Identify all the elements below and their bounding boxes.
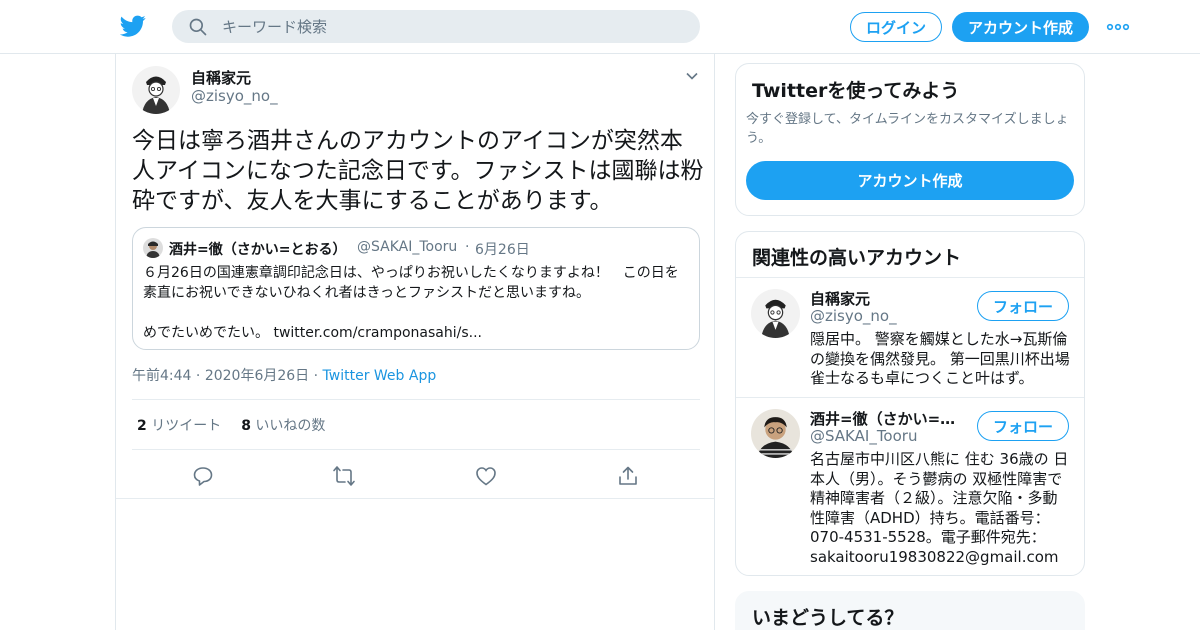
author-name[interactable]: 自稱家元: [191, 67, 251, 88]
signup-button[interactable]: アカウント作成: [952, 12, 1089, 42]
tweet-detail-column: 自稱家元 @zisyo_no_ 今日は寧ろ酒井さんのアカウントのアイコンが突然本…: [115, 54, 715, 630]
chevron-down-icon[interactable]: [684, 68, 700, 84]
retweet-label: リツイート: [151, 418, 222, 434]
divider: [116, 498, 714, 499]
account-bio: 名古屋市中川区八熊に 住む 36歳の 日本人（男）。そう鬱病の 双極性障害で 精…: [810, 450, 1069, 566]
tweet-date[interactable]: 2020年6月26日: [205, 368, 309, 384]
quoted-author-avatar: [143, 238, 163, 258]
top-navigation-bar: ログイン アカウント作成: [0, 0, 1200, 54]
retweet-count: 2: [137, 418, 147, 434]
tweet-source[interactable]: Twitter Web App: [323, 368, 437, 384]
reply-icon[interactable]: [191, 464, 215, 488]
quoted-date: 6月26日: [475, 242, 530, 258]
account-name[interactable]: 酒井=徹（さかい=とおる）: [810, 408, 970, 429]
follow-button[interactable]: フォロー: [977, 291, 1069, 321]
more-dots-icon[interactable]: [1106, 18, 1130, 36]
account-name[interactable]: 自稱家元: [810, 288, 970, 309]
quoted-tweet[interactable]: 酒井=徹（さかい=とおる） @SAKAI_Tooru · 6月26日 ６月26日…: [132, 227, 700, 350]
login-button[interactable]: ログイン: [850, 12, 942, 42]
search-input[interactable]: [222, 10, 682, 43]
avatar[interactable]: [751, 409, 800, 458]
signup-card-title: Twitterを使ってみよう: [752, 80, 960, 102]
heart-icon[interactable]: [474, 464, 498, 488]
tweet-text: 今日は寧ろ酒井さんのアカウントのアイコンが突然本人アイコンになつた記念日です。フ…: [132, 128, 704, 214]
retweet-stat[interactable]: 2 リツイート: [137, 418, 221, 434]
tweet-time[interactable]: 午前4:44: [132, 368, 191, 384]
related-account-item[interactable]: 酒井=徹（さかい=とおる） @SAKAI_Tooru フォロー 名古屋市中川区八…: [736, 397, 1084, 577]
quoted-author-handle: @SAKAI_Tooru: [357, 239, 458, 255]
search-bar: [172, 10, 700, 43]
quoted-text: ６月26日の国連憲章調印記念日は、やっぱりお祝いしたくなりますよね！ この日を素…: [143, 265, 679, 341]
tweet-stats: 2 リツイート 8 いいねの数: [137, 415, 325, 435]
divider: [132, 449, 700, 450]
search-icon: [189, 18, 207, 36]
trends-card: いまどうしてる？: [735, 591, 1085, 630]
follow-button[interactable]: フォロー: [977, 411, 1069, 441]
signup-card-subtitle: 今すぐ登録して、タイムラインをカスタマイズしましょう。: [746, 112, 1069, 146]
meta-separator: ·: [313, 368, 319, 384]
quoted-separator: ·: [465, 239, 470, 255]
signup-card-button[interactable]: アカウント作成: [746, 161, 1074, 200]
related-account-item[interactable]: 自稱家元 @zisyo_no_ フォロー 隠居中。 警察を觸媒とした水→瓦斯倫の…: [736, 277, 1084, 397]
divider: [132, 399, 700, 400]
tweet-metadata: 午前4:44 · 2020年6月26日 · Twitter Web App: [132, 365, 436, 385]
author-handle[interactable]: @zisyo_no_: [191, 87, 278, 105]
like-label: いいねの数: [255, 418, 326, 434]
meta-separator: ·: [195, 368, 201, 384]
related-accounts-card: 関連性の高いアカウント 自稱家元 @zisyo_no_ フォロー 隠居中。 警察…: [735, 231, 1085, 576]
author-avatar[interactable]: [132, 66, 180, 114]
signup-card: Twitterを使ってみよう 今すぐ登録して、タイムラインをカスタマイズしましょ…: [735, 63, 1085, 216]
avatar[interactable]: [751, 289, 800, 338]
account-handle[interactable]: @SAKAI_Tooru: [810, 427, 917, 445]
account-handle[interactable]: @zisyo_no_: [810, 307, 897, 325]
like-count: 8: [241, 418, 251, 434]
quoted-author-name: 酒井=徹（さかい=とおる）: [169, 242, 347, 258]
trends-title: いまどうしてる？: [752, 607, 904, 629]
twitter-bird-icon[interactable]: [120, 13, 146, 39]
share-icon[interactable]: [616, 464, 640, 488]
account-bio: 隠居中。 警察を觸媒とした水→瓦斯倫の變換を偶然發見。 第一回黒川杯出場雀士なる…: [810, 330, 1070, 387]
retweet-icon[interactable]: [332, 464, 356, 488]
related-accounts-title: 関連性の高いアカウント: [752, 247, 962, 269]
like-stat[interactable]: 8 いいねの数: [241, 418, 325, 434]
